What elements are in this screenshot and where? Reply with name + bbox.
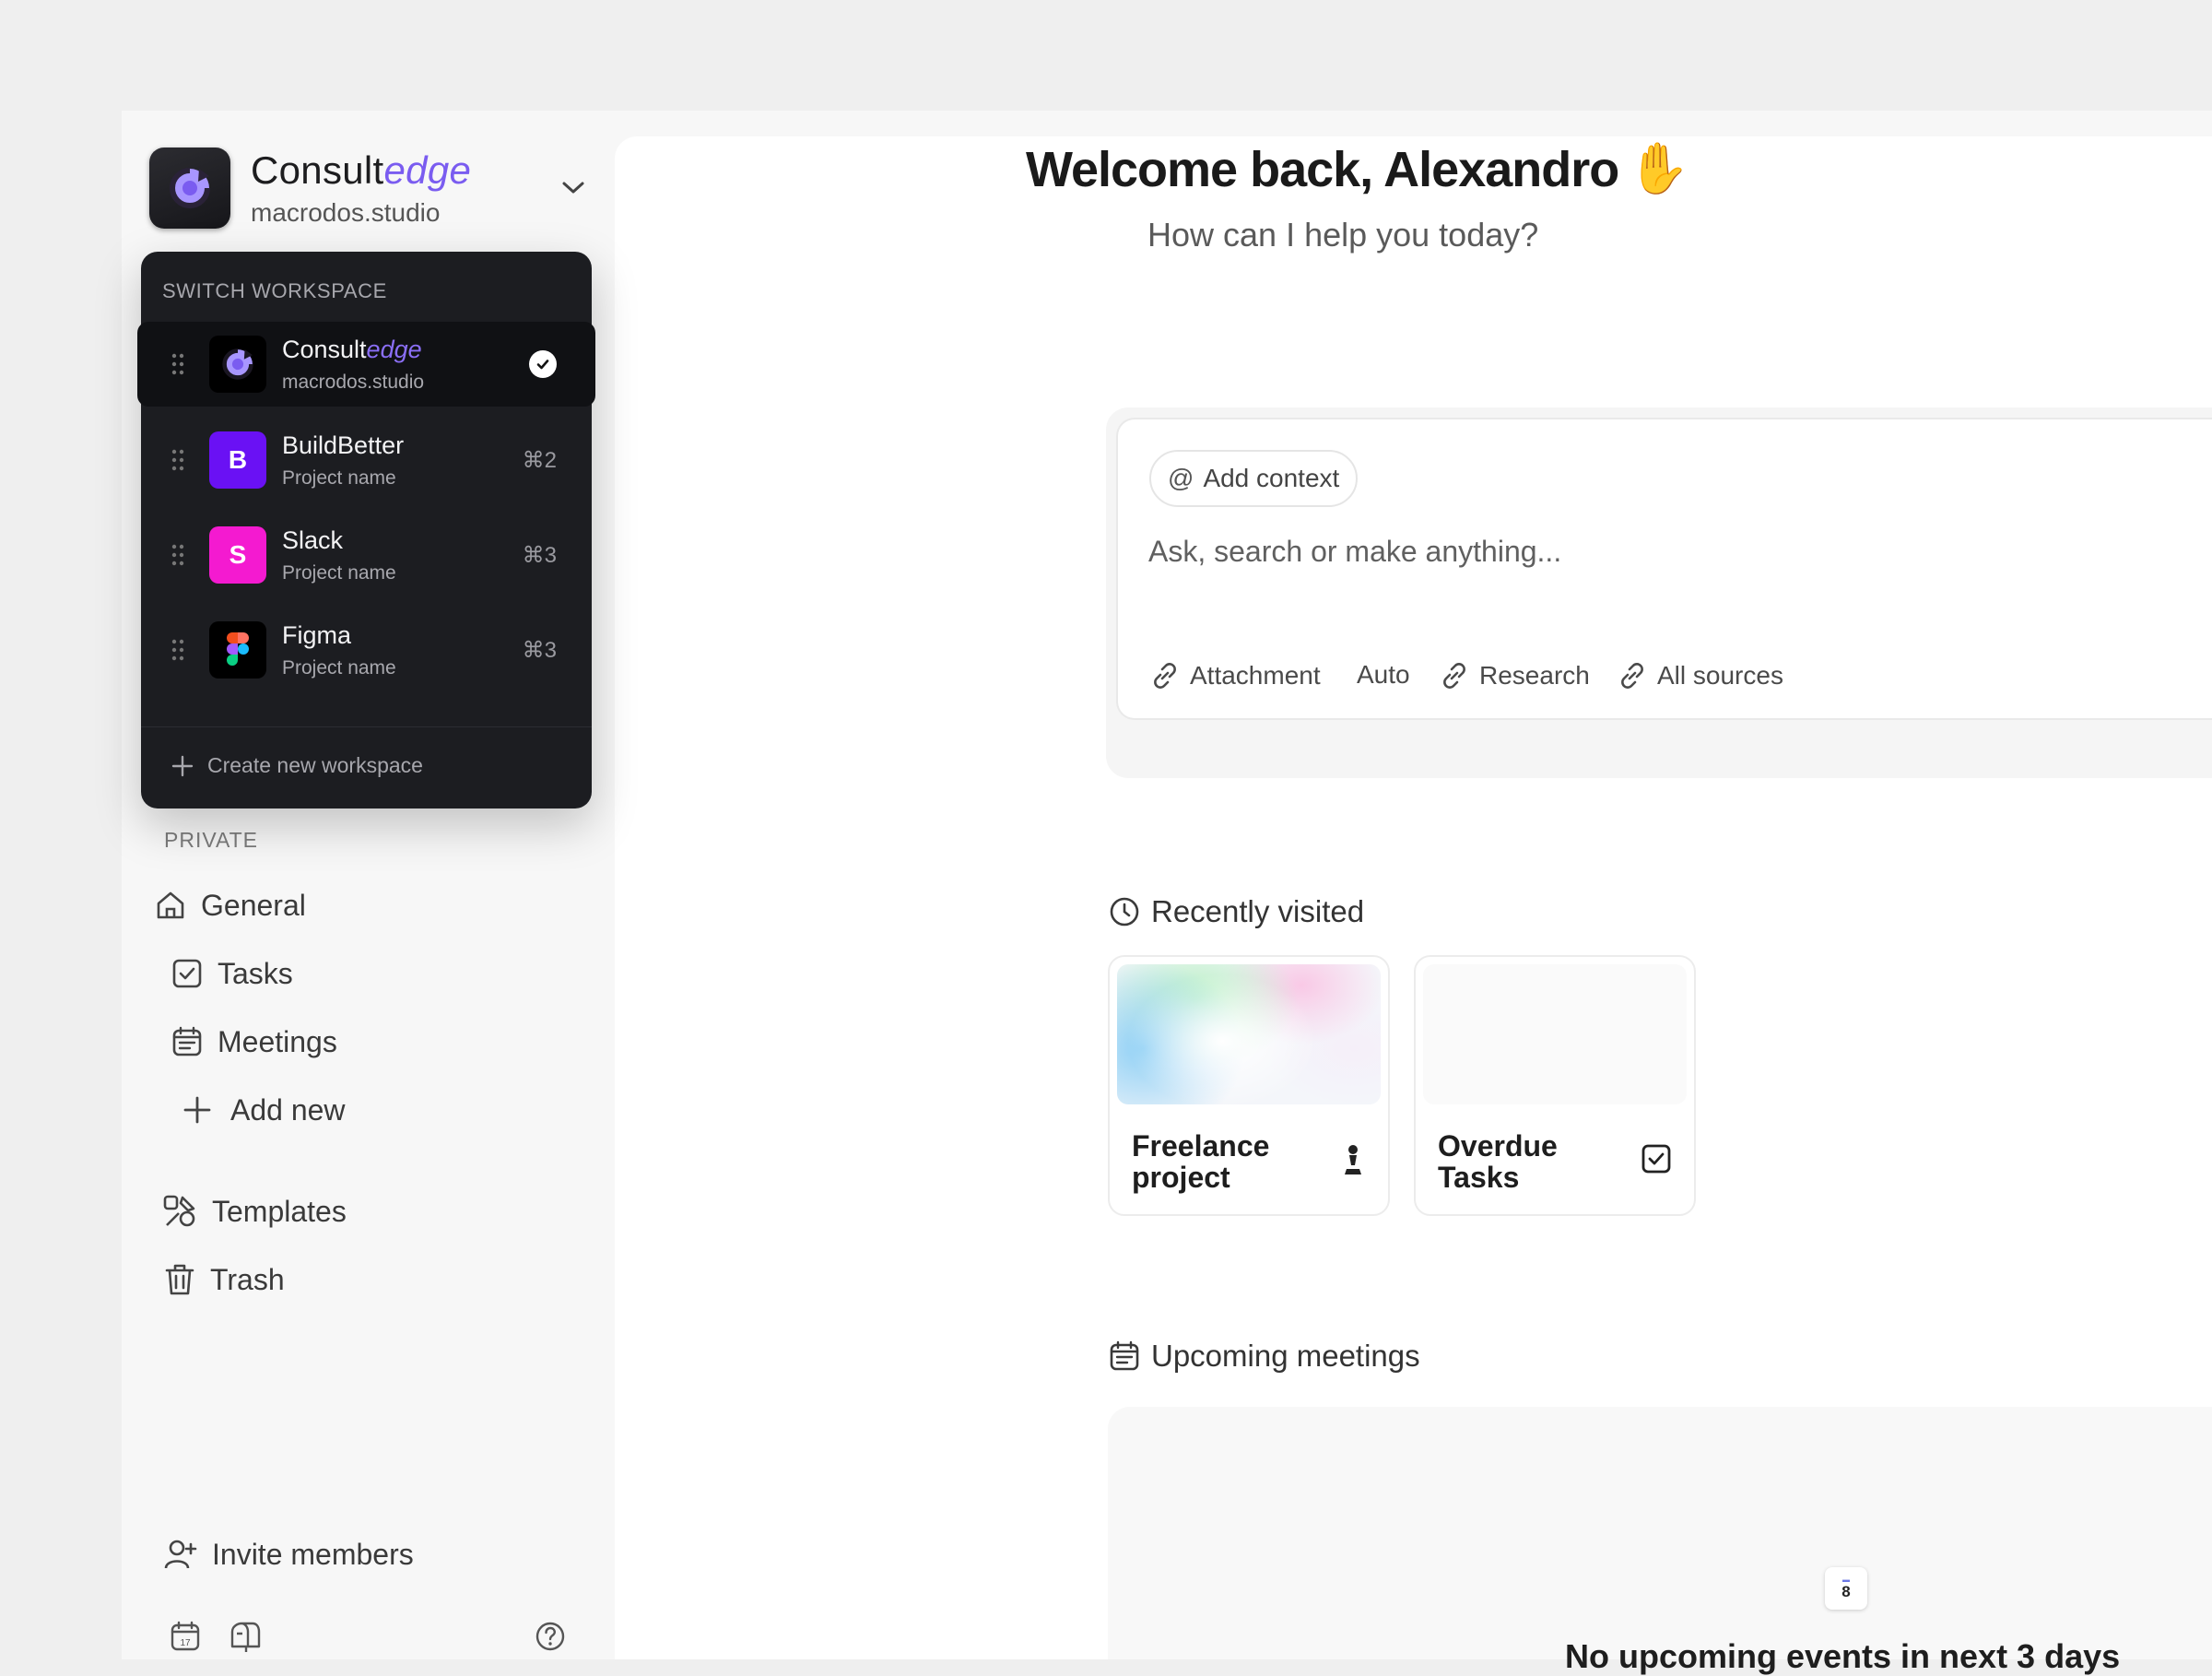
tool-label: Research [1479,661,1590,690]
sidebar-item-meetings[interactable]: Meetings [171,1018,337,1066]
sidebar-item-label: Templates [212,1194,347,1228]
check-icon [529,350,557,378]
add-context-button[interactable]: @ Add context [1149,450,1359,507]
invite-members-label: Invite members [212,1537,414,1571]
page-title: Welcome back, Alexandro ✋ [1026,141,1690,197]
sidebar-footer: 17 [170,1615,566,1656]
templates-icon [163,1195,195,1227]
clock-icon [1110,897,1139,927]
sidebar-item-label: Tasks [218,956,293,990]
card-title: Overdue Tasks [1438,1129,1558,1194]
drag-handle-icon[interactable] [167,638,189,662]
svg-text:17: 17 [180,1638,191,1648]
sidebar-item-add-new[interactable]: Add new [182,1086,346,1134]
tool-label: All sources [1657,661,1783,690]
workspace-switcher-dropdown: SWITCH WORKSPACE Consultedge macrodos.st… [137,252,595,808]
upcoming-meetings-heading: Upcoming meetings [1109,1339,1420,1374]
workspace-option-subtitle: Project name [282,466,396,489]
workspace-option-name: Figma [282,620,352,649]
workspace-option-name: Consultedge [282,335,422,363]
workspace-option-subtitle: macrodos.studio [282,371,425,393]
wave-emoji: ✋ [1628,141,1689,196]
workspace-option-subtitle: Project name [282,656,396,679]
calendar-icon [1110,1340,1139,1371]
sidebar-item-general[interactable]: General [155,881,306,929]
tool-label: Auto [1357,660,1410,689]
attachment-button[interactable]: Attachment [1149,660,1321,691]
page-subtitle: How can I help you today? [1147,216,1539,254]
switcher-title: SWITCH WORKSPACE [162,279,387,302]
home-icon [157,891,184,919]
sidebar-item-tasks[interactable]: Tasks [171,950,293,997]
create-workspace-button[interactable]: Create new workspace [171,753,423,778]
recent-card-freelance-project[interactable]: Freelance project [1108,955,1390,1216]
consultedge-logo-icon [209,336,266,393]
add-user-icon [164,1540,197,1569]
shortcut-hint: ⌘3 [522,542,557,568]
drag-handle-icon[interactable] [167,543,189,567]
link-icon [1443,663,1465,689]
create-workspace-label: Create new workspace [207,753,423,777]
workspace-avatar: B [209,431,266,489]
trash-icon [165,1264,194,1295]
workspace-logo [149,148,230,229]
mode-auto-button[interactable]: Auto [1357,660,1410,690]
mailbox-icon[interactable] [229,1619,262,1652]
plus-icon [171,755,194,776]
workspace-header[interactable]: Consultedge macrodos.studio [149,146,592,230]
plus-icon [183,1096,211,1124]
shortcut-hint: ⌘3 [522,637,557,663]
calendar-17-icon[interactable]: 17 [170,1621,201,1652]
drag-handle-icon[interactable] [167,448,189,472]
workspace-option-consultedge[interactable]: Consultedge macrodos.studio [137,322,595,407]
workspace-avatar: S [209,526,266,584]
workspace-option-slack[interactable]: S Slack Project name ⌘3 [141,513,592,597]
sidebar-item-trash[interactable]: Trash [164,1256,285,1304]
calendar-icon [172,1026,202,1056]
tool-label: Attachment [1190,661,1321,690]
drag-handle-icon[interactable] [167,352,189,376]
checkbox-icon [172,959,202,988]
workspace-option-name: BuildBetter [282,431,405,459]
sidebar-item-label: Add new [230,1092,346,1127]
sidebar-item-templates[interactable]: Templates [162,1187,347,1235]
at-icon: @ [1168,464,1194,492]
chevron-down-icon[interactable] [555,170,592,207]
section-label-private: PRIVATE [164,828,258,852]
sidebar-item-label: General [201,888,306,922]
empty-state-text: No upcoming events in next 3 days [1565,1637,2121,1675]
card-thumbnail [1117,964,1381,1104]
help-icon[interactable] [535,1621,566,1652]
link-icon [1621,663,1643,689]
workspace-name: Consultedge [251,148,472,192]
recently-visited-heading: Recently visited [1109,894,1364,929]
all-sources-button[interactable]: All sources [1617,660,1783,691]
research-button[interactable]: Research [1439,660,1590,691]
sidebar-item-label: Trash [210,1262,285,1296]
checkbox-icon [1641,1144,1671,1174]
shortcut-hint: ⌘2 [522,447,557,473]
workspace-option-figma[interactable]: Figma Project name ⌘3 [141,608,592,692]
chess-pawn-icon [1345,1145,1361,1174]
workspace-option-buildbetter[interactable]: B BuildBetter Project name ⌘2 [141,418,592,502]
divider [141,726,592,727]
workspace-option-subtitle: Project name [282,561,396,584]
recent-card-overdue-tasks[interactable]: Overdue Tasks [1414,955,1696,1216]
card-thumbnail [1423,964,1687,1104]
sidebar-item-label: Meetings [218,1024,337,1058]
add-context-label: Add context [1203,464,1340,492]
card-title: Freelance project [1132,1129,1270,1194]
calendar-day-icon: ▬ 8 [1825,1567,1867,1610]
workspace-domain: macrodos.studio [251,198,441,227]
upcoming-meetings-panel [1108,1407,2212,1659]
figma-logo-icon [209,621,266,679]
prompt-input[interactable] [1148,529,2162,573]
workspace-option-name: Slack [282,525,344,554]
invite-members-button[interactable]: Invite members [164,1530,414,1578]
link-icon [1154,663,1176,689]
